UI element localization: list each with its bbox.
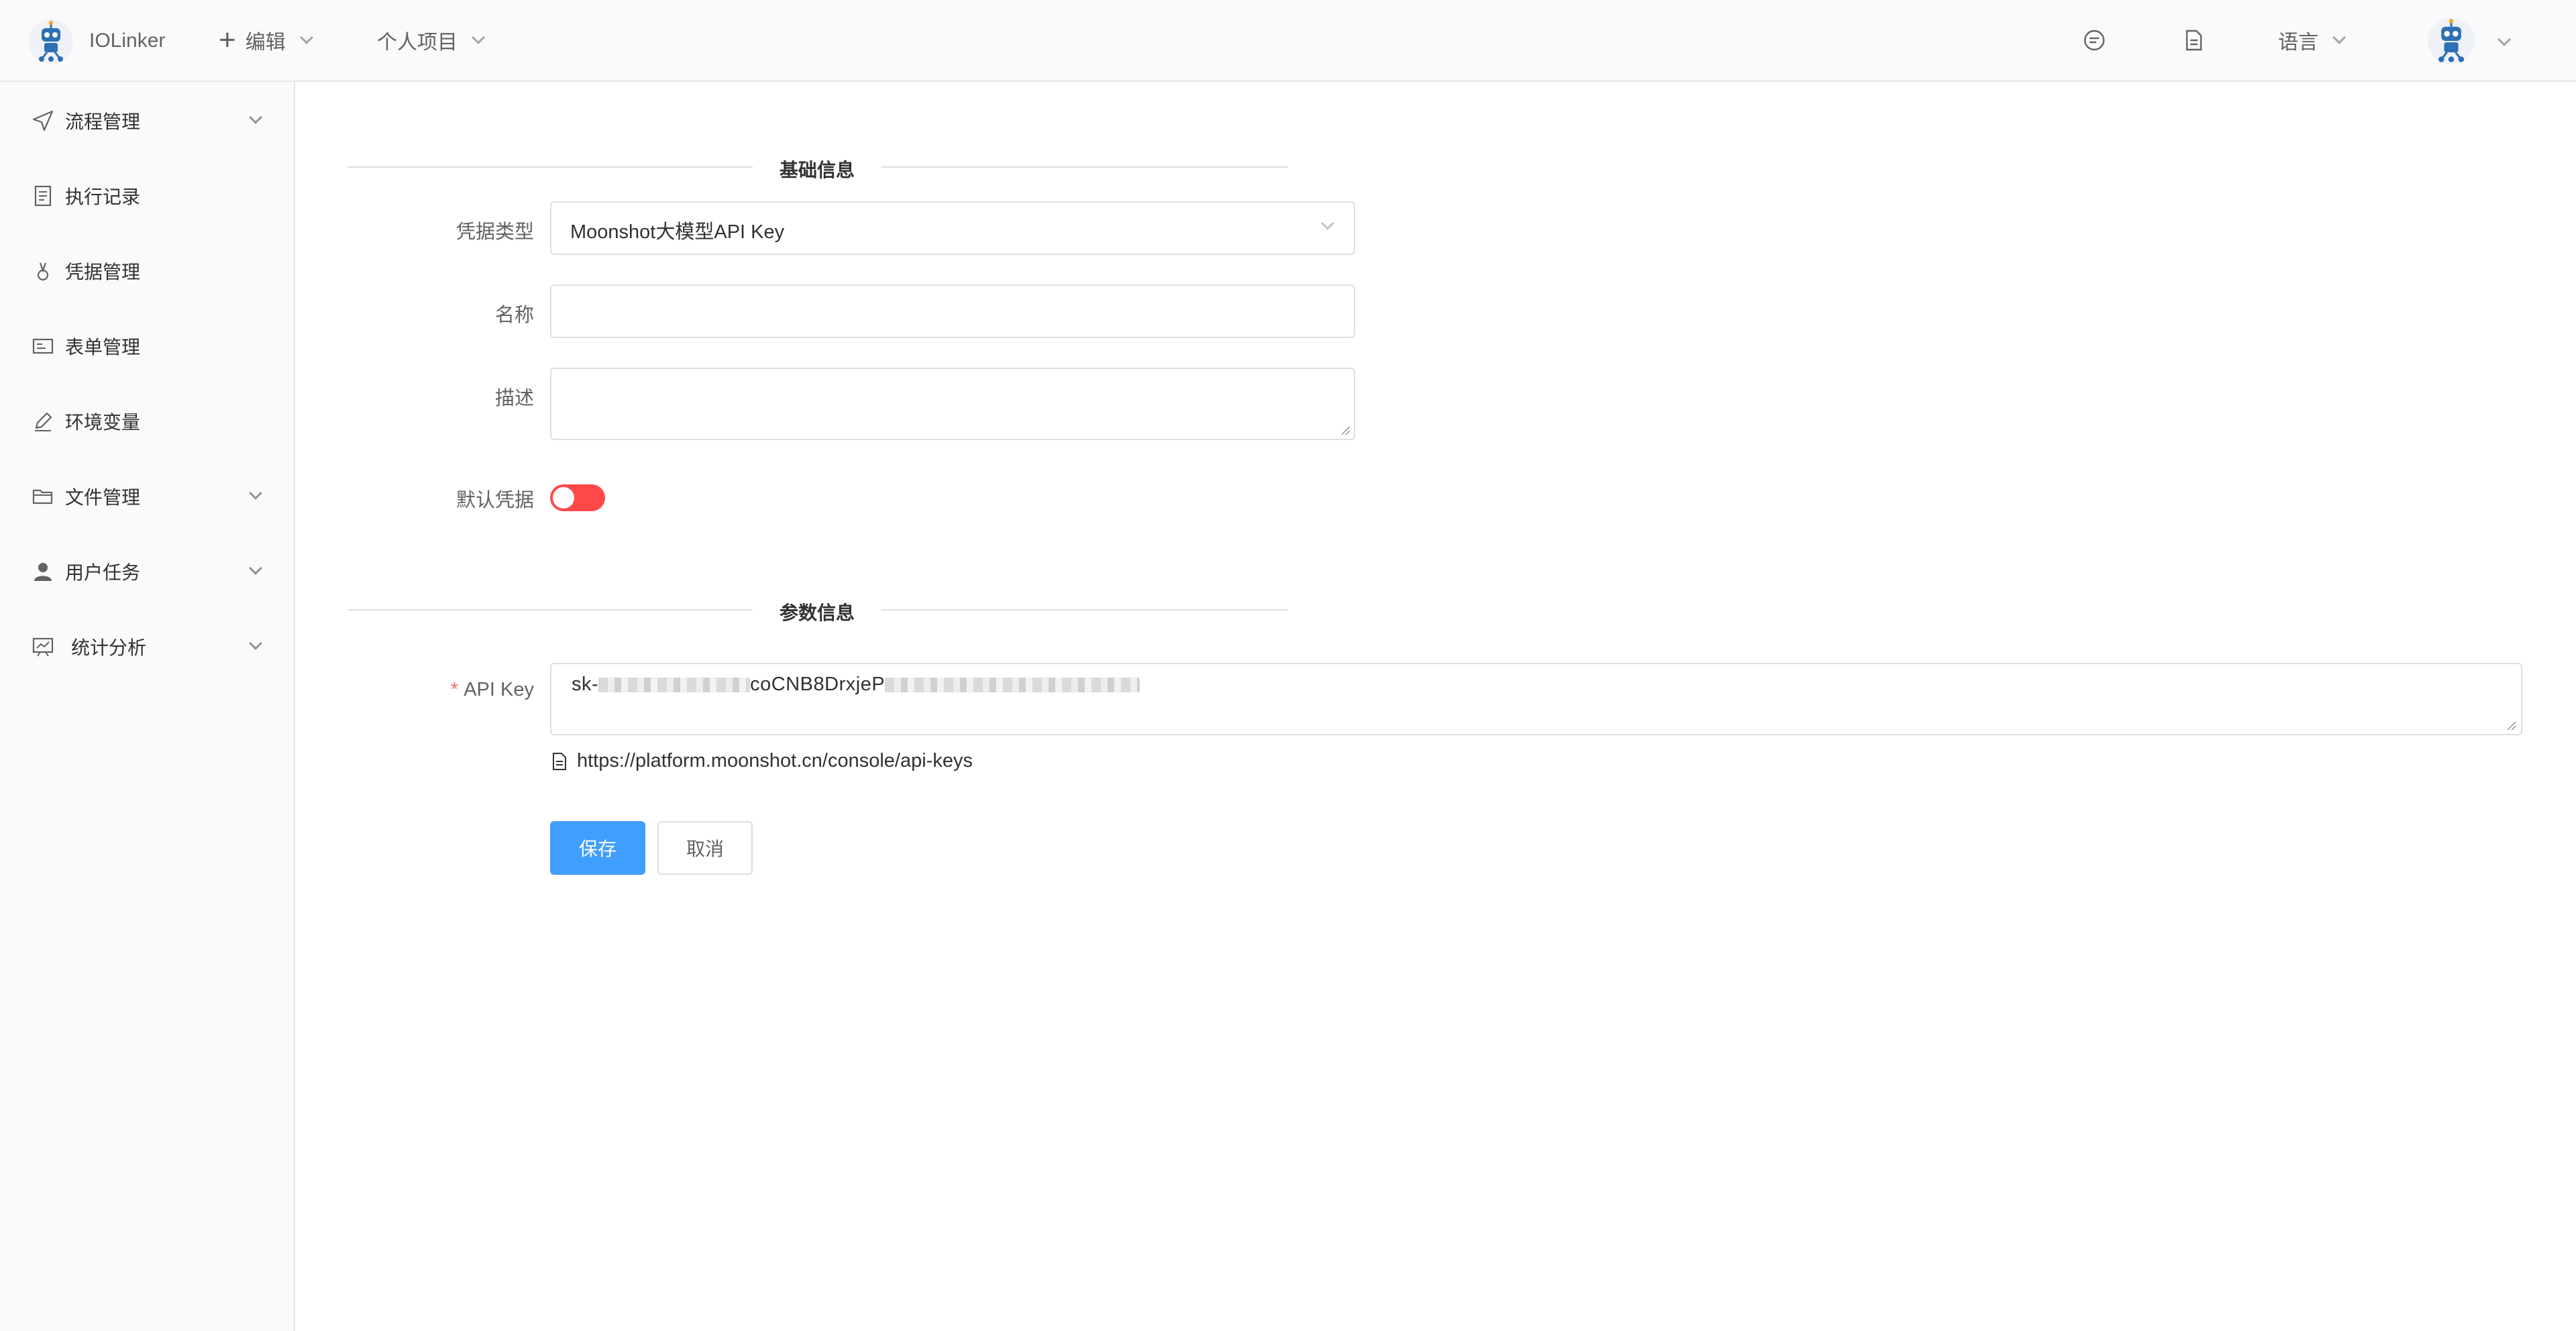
- sidebar-item-forms[interactable]: 表单管理: [0, 319, 294, 373]
- chat-icon[interactable]: [2082, 28, 2106, 52]
- edit-menu-label: 编辑: [245, 32, 286, 54]
- credential-type-label: 凭据类型: [455, 221, 534, 243]
- chevron-down-icon: [249, 637, 262, 650]
- app-name[interactable]: IOLinker: [89, 30, 165, 52]
- language-label: 语言: [2278, 32, 2318, 54]
- avatar-chevron-down-icon[interactable]: [2498, 33, 2511, 46]
- sidebar-item-files[interactable]: 文件管理: [0, 470, 294, 523]
- folder-icon: [32, 489, 53, 504]
- user-avatar[interactable]: [2427, 17, 2475, 65]
- name-input[interactable]: [550, 284, 1355, 338]
- api-key-label-text: API Key: [464, 679, 534, 700]
- sidebar-item-label: 环境变量: [65, 412, 141, 433]
- resize-grip-icon[interactable]: [1340, 425, 1351, 436]
- required-mark: *: [450, 679, 459, 700]
- api-key-value: sk-coCNB8DrxjeP: [572, 674, 1140, 696]
- api-key-label: * API Key: [319, 679, 534, 701]
- sidebar-item-user-tasks[interactable]: 用户任务: [0, 545, 294, 598]
- form-icon: [32, 338, 54, 354]
- chevron-down-icon: [2332, 31, 2346, 44]
- edit-menu[interactable]: + 编辑: [219, 23, 313, 56]
- sidebar-item-label: 表单管理: [65, 337, 141, 358]
- name-label: 名称: [494, 305, 534, 326]
- sidebar-item-label: 文件管理: [65, 487, 141, 508]
- chevron-down-icon: [249, 111, 262, 124]
- document-icon: [34, 185, 52, 207]
- sidebar-item-workflow[interactable]: 流程管理: [0, 94, 294, 148]
- chevron-down-icon: [299, 31, 313, 44]
- credential-type-value: Moonshot大模型API Key: [570, 221, 785, 243]
- description-label: 描述: [494, 388, 534, 409]
- sidebar-item-statistics[interactable]: 统计分析: [0, 620, 294, 674]
- sidebar-item-credentials[interactable]: 凭据管理: [0, 244, 294, 298]
- api-key-hint: https://platform.moonshot.cn/console/api…: [551, 750, 973, 772]
- params-section-title: 参数信息: [753, 598, 882, 625]
- key-icon: [37, 262, 49, 281]
- chevron-down-icon: [249, 486, 262, 500]
- edit-pen-icon: [35, 412, 52, 431]
- document-icon: [553, 752, 566, 770]
- default-credential-label: 默认凭据: [455, 490, 534, 511]
- project-menu-label: 个人项目: [377, 32, 458, 54]
- sidebar-item-label: 流程管理: [65, 111, 141, 132]
- basic-section-title: 基础信息: [753, 156, 882, 182]
- chevron-down-icon: [472, 31, 485, 44]
- sidebar-item-label: 用户任务: [65, 562, 141, 583]
- sidebar-item-env-vars[interactable]: 环境变量: [0, 394, 294, 448]
- project-menu[interactable]: 个人项目: [377, 25, 485, 55]
- sidebar-item-label: 统计分析: [71, 637, 147, 658]
- sidebar-item-label: 凭据管理: [65, 262, 141, 282]
- document-icon[interactable]: [2182, 28, 2206, 52]
- sidebar-item-execution-records[interactable]: 执行记录: [0, 169, 294, 223]
- top-header: IOLinker + 编辑 个人项目 语言: [0, 0, 2576, 82]
- toggle-knob: [553, 487, 574, 509]
- api-key-prefix: sk-: [572, 674, 599, 695]
- api-key-visible-part: coCNB8DrxjeP: [750, 674, 885, 695]
- sidebar-item-label: 执行记录: [65, 187, 141, 207]
- robot-logo-icon[interactable]: [28, 19, 74, 64]
- redacted-block: [598, 678, 751, 693]
- user-icon: [34, 563, 52, 581]
- send-icon: [32, 110, 54, 131]
- description-textarea[interactable]: [550, 368, 1355, 440]
- redacted-block: [885, 678, 1140, 693]
- sidebar: 流程管理 执行记录 凭据管理 表单管理 环境变量 文件管理 用户任务 统计分析: [0, 82, 295, 1331]
- default-credential-toggle[interactable]: [550, 484, 605, 511]
- resize-grip-icon[interactable]: [2506, 721, 2517, 731]
- plus-icon: +: [219, 23, 236, 56]
- cancel-button[interactable]: 取消: [657, 821, 753, 875]
- chevron-down-icon: [249, 562, 262, 575]
- chart-board-icon: [32, 637, 54, 657]
- language-menu[interactable]: 语言: [2278, 25, 2346, 55]
- api-key-hint-link[interactable]: https://platform.moonshot.cn/console/api…: [577, 750, 973, 772]
- save-button[interactable]: 保存: [550, 821, 645, 875]
